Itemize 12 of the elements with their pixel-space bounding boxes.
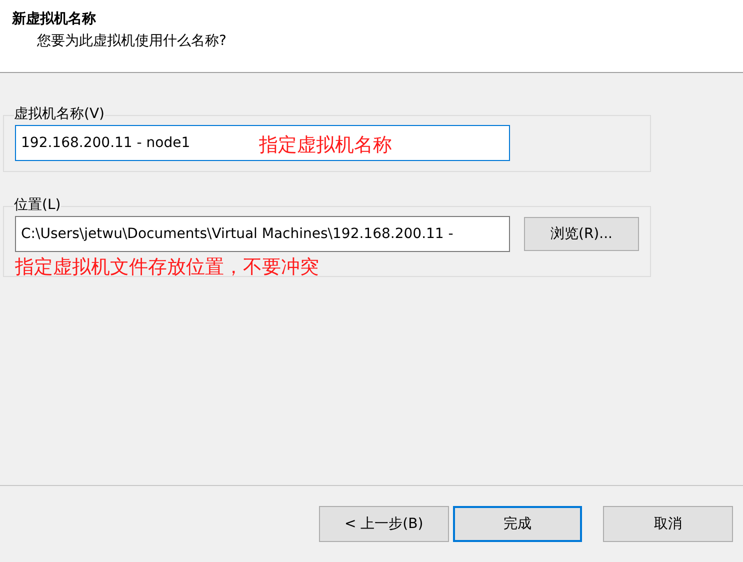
- text-field[interactable]: 192.168.200.11 - node1 指定虚拟机名称: [15, 125, 510, 161]
- annotation-text: 指定虚拟机名称: [259, 133, 392, 158]
- group-label: 虚拟机名称(V): [14, 105, 105, 124]
- dialog-subtitle: 您要为此虚拟机使用什么名称?: [36, 32, 228, 50]
- dialog-title: 新虚拟机名称: [12, 10, 97, 28]
- dialog-button[interactable]: 取消: [603, 506, 733, 542]
- group-label: 位置(L): [14, 196, 61, 215]
- annotation-text: 指定虚拟机文件存放位置，不要冲突: [15, 255, 320, 280]
- dialog-button[interactable]: < 上一步(B): [319, 506, 449, 542]
- text-field[interactable]: C:\Users\jetwu\Documents\Virtual Machines\192.168.200.11 -: [15, 216, 510, 252]
- dialog-button[interactable]: 完成: [452, 506, 582, 542]
- browse-button[interactable]: 浏览(R)...: [524, 217, 639, 251]
